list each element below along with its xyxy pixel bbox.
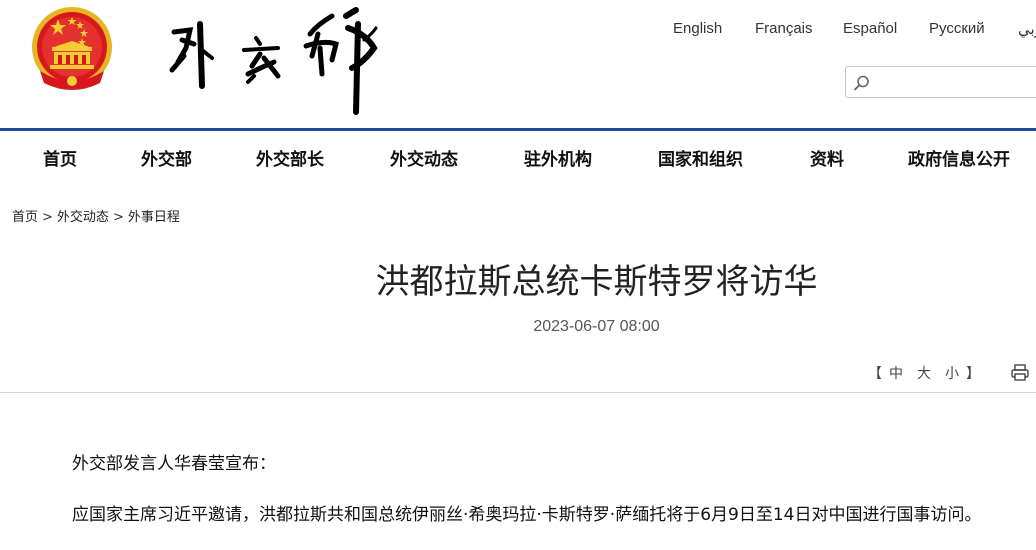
lang-russian-link[interactable]: Русский — [929, 20, 985, 37]
lang-english-link[interactable]: English — [673, 20, 722, 37]
nav-item-resources[interactable]: 资料 — [810, 145, 844, 170]
font-size-small-button[interactable]: 小 — [945, 366, 959, 382]
search-icon[interactable] — [853, 74, 871, 92]
search-input[interactable] — [876, 71, 1036, 93]
font-size-controls: 【中大小】 — [868, 363, 980, 383]
search-box — [845, 66, 1036, 98]
print-icon[interactable] — [1011, 364, 1029, 381]
site-header: English Français Español Русский عربي — [0, 0, 1036, 128]
breadcrumb-news-link[interactable]: 外交动态 — [57, 210, 109, 225]
article-title: 洪都拉斯总统卡斯特罗将访华 — [375, 262, 818, 302]
breadcrumb: 首页 > 外交动态 > 外事日程 — [12, 206, 180, 225]
article-date: 2023-06-07 08:00 — [533, 318, 660, 335]
font-size-bracket-close: 】 — [966, 366, 980, 382]
breadcrumb-schedule-link[interactable]: 外事日程 — [128, 210, 180, 225]
national-emblem-icon[interactable] — [30, 5, 114, 91]
article-paragraph: 应国家主席习近平邀请，洪都拉斯共和国总统伊丽丝·希奥玛拉·卡斯特罗·萨缅托将于6… — [72, 505, 982, 525]
breadcrumb-separator: > — [112, 210, 124, 225]
font-size-bracket-open: 【 — [868, 366, 882, 382]
font-size-large-button[interactable]: 大 — [917, 366, 931, 382]
lang-french-link[interactable]: Français — [755, 20, 813, 37]
nav-item-countries[interactable]: 国家和组织 — [658, 145, 743, 170]
font-size-medium-button[interactable]: 中 — [889, 366, 903, 382]
lang-spanish-link[interactable]: Español — [843, 20, 897, 37]
nav-item-minister[interactable]: 外交部长 — [256, 145, 324, 170]
breadcrumb-separator: > — [42, 210, 53, 225]
lang-arabic-link[interactable]: عربي — [1018, 20, 1036, 38]
nav-item-missions[interactable]: 驻外机构 — [524, 145, 592, 170]
breadcrumb-home-link[interactable]: 首页 — [12, 210, 38, 225]
main-nav: 首页 外交部 外交部长 外交动态 驻外机构 国家和组织 资料 政府信息公开 — [0, 131, 1036, 183]
article-paragraph: 外交部发言人华春莹宣布： — [72, 454, 276, 474]
content-divider — [0, 392, 1036, 393]
nav-item-news[interactable]: 外交动态 — [390, 145, 458, 170]
nav-item-ministry[interactable]: 外交部 — [141, 145, 192, 170]
language-bar: English Français Español Русский عربي — [0, 20, 1036, 40]
nav-item-disclosure[interactable]: 政府信息公开 — [908, 145, 1010, 170]
nav-item-home[interactable]: 首页 — [43, 145, 77, 170]
